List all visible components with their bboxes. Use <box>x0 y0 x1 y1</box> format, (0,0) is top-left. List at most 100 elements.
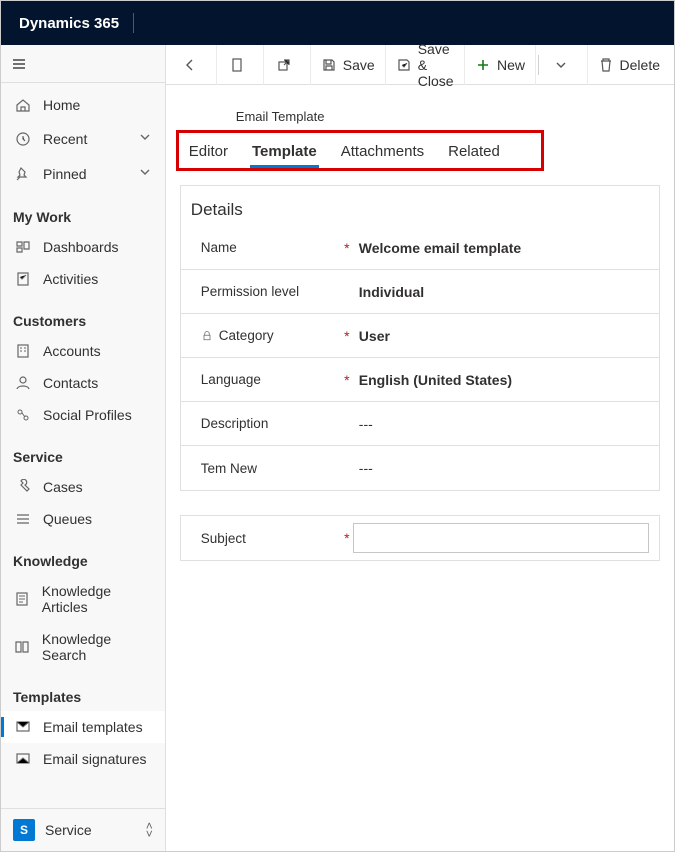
sidebar-label: Pinned <box>43 166 87 182</box>
subject-section: Subject * <box>180 515 660 561</box>
field-language[interactable]: Language * English (United States) <box>181 358 659 402</box>
tab-editor[interactable]: Editor <box>187 139 230 166</box>
updown-icon: ˄˅ <box>146 822 153 838</box>
sidebar-item-kb-search[interactable]: Knowledge Search <box>1 623 165 671</box>
save-icon <box>321 57 337 73</box>
sidebar-item-kb-articles[interactable]: Knowledge Articles <box>1 575 165 623</box>
article-icon <box>13 591 32 607</box>
field-value: --- <box>353 460 649 476</box>
sidebar-label: Queues <box>43 511 92 527</box>
sidebar-label: Knowledge Search <box>42 631 153 663</box>
sidebar-label: Knowledge Articles <box>42 583 153 615</box>
sidebar-group-knowledge: Knowledge <box>1 535 165 575</box>
home-icon <box>13 97 33 113</box>
sidebar-label: Email signatures <box>43 751 147 767</box>
sidebar-item-activities[interactable]: Activities <box>1 263 165 295</box>
hamburger-button[interactable] <box>1 45 165 83</box>
field-permission[interactable]: Permission level Individual <box>181 270 659 314</box>
save-button[interactable]: Save <box>311 45 386 85</box>
dashboard-icon <box>13 239 33 255</box>
required-indicator: * <box>341 240 353 256</box>
new-dropdown-button[interactable] <box>541 45 588 85</box>
main-area: Save Save & Close New Delete Email Templ… <box>166 45 674 851</box>
sidebar-label: Contacts <box>43 375 98 391</box>
sidebar-item-cases[interactable]: Cases <box>1 471 165 503</box>
section-title: Details <box>191 200 659 220</box>
sidebar-item-queues[interactable]: Queues <box>1 503 165 535</box>
sidebar-group-templates: Templates <box>1 671 165 711</box>
trash-icon <box>598 57 614 73</box>
delete-button[interactable]: Delete <box>588 45 670 85</box>
tab-attachments[interactable]: Attachments <box>339 139 426 166</box>
template-icon <box>13 719 33 735</box>
sidebar-label: Dashboards <box>43 239 119 255</box>
content-area: Email Template Editor Template Attachmen… <box>166 85 674 851</box>
field-label: Category <box>191 328 341 343</box>
sidebar-group-mywork: My Work <box>1 191 165 231</box>
field-label: Name <box>191 240 341 255</box>
topbar-divider <box>133 13 134 33</box>
back-button[interactable] <box>170 45 217 85</box>
sidebar-item-recent[interactable]: Recent <box>1 121 165 156</box>
field-value: English (United States) <box>353 372 649 388</box>
required-indicator: * <box>341 530 353 546</box>
plus-icon <box>475 57 491 73</box>
sidebar-item-pinned[interactable]: Pinned <box>1 156 165 191</box>
popout-icon <box>276 57 292 73</box>
top-bar: Dynamics 365 <box>1 1 674 45</box>
save-label: Save <box>343 57 375 73</box>
required-indicator: * <box>341 328 353 344</box>
open-new-window-button[interactable] <box>264 45 311 85</box>
sidebar-group-customers: Customers <box>1 295 165 335</box>
sidebar-item-contacts[interactable]: Contacts <box>1 367 165 399</box>
field-category[interactable]: Category * User <box>181 314 659 358</box>
wrench-icon <box>13 479 33 495</box>
new-button[interactable]: New <box>465 45 536 85</box>
required-indicator: * <box>341 372 353 388</box>
field-tem-new[interactable]: Tem New --- <box>181 446 659 490</box>
clock-icon <box>13 131 33 147</box>
building-icon <box>13 343 33 359</box>
sidebar-item-accounts[interactable]: Accounts <box>1 335 165 367</box>
sidebar-label: Home <box>43 97 80 113</box>
field-description[interactable]: Description --- <box>181 402 659 446</box>
field-value: --- <box>353 416 649 432</box>
field-label: Permission level <box>191 284 341 299</box>
signature-icon <box>13 751 33 767</box>
field-value: User <box>353 328 649 344</box>
sidebar-item-email-signatures[interactable]: Email signatures <box>1 743 165 775</box>
field-subject: Subject * <box>181 516 659 560</box>
field-name[interactable]: Name * Welcome email template <box>181 226 659 270</box>
tab-related[interactable]: Related <box>446 139 502 166</box>
field-label: Tem New <box>191 461 341 476</box>
sidebar-item-dashboards[interactable]: Dashboards <box>1 231 165 263</box>
app-title: Dynamics 365 <box>19 15 119 32</box>
stack-icon <box>13 511 33 527</box>
tab-list: Editor Template Attachments Related <box>183 139 541 166</box>
chevron-down-icon <box>137 164 153 183</box>
area-tile: S <box>13 819 35 841</box>
sidebar-item-email-templates[interactable]: Email templates <box>1 711 165 743</box>
sidebar-label: Social Profiles <box>43 407 132 423</box>
sidebar-label: Cases <box>43 479 83 495</box>
area-switcher[interactable]: S Service ˄˅ <box>1 808 165 851</box>
field-label: Description <box>191 416 341 431</box>
sidebar-group-service: Service <box>1 431 165 471</box>
field-label: Language <box>191 372 341 387</box>
tabs-callout: Editor Template Attachments Related <box>176 130 544 171</box>
tab-template[interactable]: Template <box>250 139 319 166</box>
sidebar-item-social[interactable]: Social Profiles <box>1 399 165 431</box>
new-label: New <box>497 57 525 73</box>
field-label: Subject <box>191 531 341 546</box>
task-flow-button[interactable] <box>217 45 264 85</box>
back-icon <box>182 57 198 73</box>
save-close-button[interactable]: Save & Close <box>386 45 465 85</box>
sidebar-label: Recent <box>43 131 87 147</box>
save-close-label: Save & Close <box>418 41 454 89</box>
subject-input[interactable] <box>353 523 649 553</box>
save-close-icon <box>396 57 412 73</box>
clipboard-icon <box>13 271 33 287</box>
sidebar-label: Activities <box>43 271 98 287</box>
menu-icon <box>11 56 27 72</box>
sidebar-item-home[interactable]: Home <box>1 89 165 121</box>
